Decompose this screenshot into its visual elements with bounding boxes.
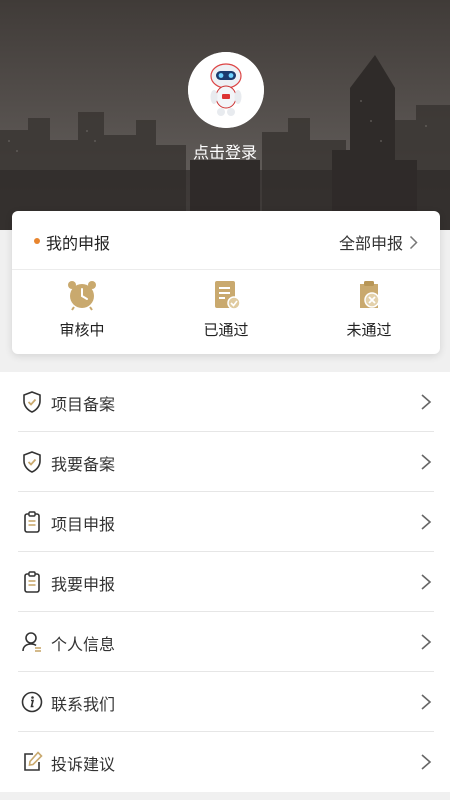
robot-mascot-icon	[188, 52, 264, 128]
chevron-right-icon	[421, 694, 432, 710]
edit-icon	[24, 751, 43, 771]
menu-item-apply-declaration[interactable]: 我要申报	[18, 552, 434, 612]
chevron-right-icon	[421, 454, 432, 470]
clipboard-icon	[24, 571, 40, 593]
login-link[interactable]: 点击登录	[0, 139, 450, 163]
menu-item-label: 个人信息	[51, 635, 116, 654]
accent-dot	[34, 238, 40, 244]
my-declaration-card: 我的申报 全部申报 审核中 已通过 未通过	[12, 211, 440, 354]
menu-item-label: 我要申报	[51, 575, 116, 594]
menu-list: 项目备案 我要备案 项目申报 我要申报 个人信息 联系我们 投诉建议	[0, 372, 450, 792]
avatar[interactable]	[188, 52, 264, 128]
stat-approved[interactable]: 已通过	[166, 278, 286, 348]
menu-item-personal-info[interactable]: 个人信息	[18, 612, 434, 672]
info-icon	[21, 691, 43, 713]
user-icon	[22, 632, 41, 652]
stat-label: 未通过	[346, 321, 392, 339]
profile-header: 点击登录	[0, 0, 450, 230]
menu-item-label: 投诉建议	[51, 755, 116, 774]
shield-check-icon	[23, 391, 41, 413]
chevron-right-icon	[421, 574, 432, 590]
stat-under-review[interactable]: 审核中	[22, 278, 142, 348]
alarm-clock-icon	[68, 281, 96, 311]
chevron-right-icon	[421, 634, 432, 650]
menu-item-project-filing[interactable]: 项目备案	[18, 372, 434, 432]
clipboard-icon	[24, 511, 40, 533]
shield-check-icon	[23, 451, 41, 473]
menu-item-label: 项目申报	[51, 515, 116, 534]
chevron-right-icon	[421, 394, 432, 410]
document-approved-icon	[215, 281, 241, 310]
chevron-right-icon	[409, 235, 418, 249]
chevron-right-icon	[421, 754, 432, 770]
menu-item-label: 联系我们	[51, 695, 116, 714]
stat-rejected[interactable]: 未通过	[309, 278, 429, 348]
card-header: 我的申报 全部申报	[12, 211, 440, 270]
all-declarations-link[interactable]: 全部申报	[339, 230, 418, 254]
chevron-right-icon	[421, 514, 432, 530]
menu-item-label: 我要备案	[51, 455, 116, 474]
all-declarations-label: 全部申报	[338, 234, 403, 253]
bottom-spacer	[0, 792, 450, 800]
menu-item-project-declaration[interactable]: 项目申报	[18, 492, 434, 552]
menu-item-contact-us[interactable]: 联系我们	[18, 672, 434, 732]
document-rejected-icon	[360, 281, 380, 308]
stat-label: 审核中	[59, 321, 105, 339]
menu-item-complaints[interactable]: 投诉建议	[18, 732, 434, 792]
stat-label: 已通过	[203, 321, 249, 339]
menu-item-label: 项目备案	[51, 395, 116, 414]
menu-item-apply-filing[interactable]: 我要备案	[18, 432, 434, 492]
card-title: 我的申报	[46, 234, 111, 253]
